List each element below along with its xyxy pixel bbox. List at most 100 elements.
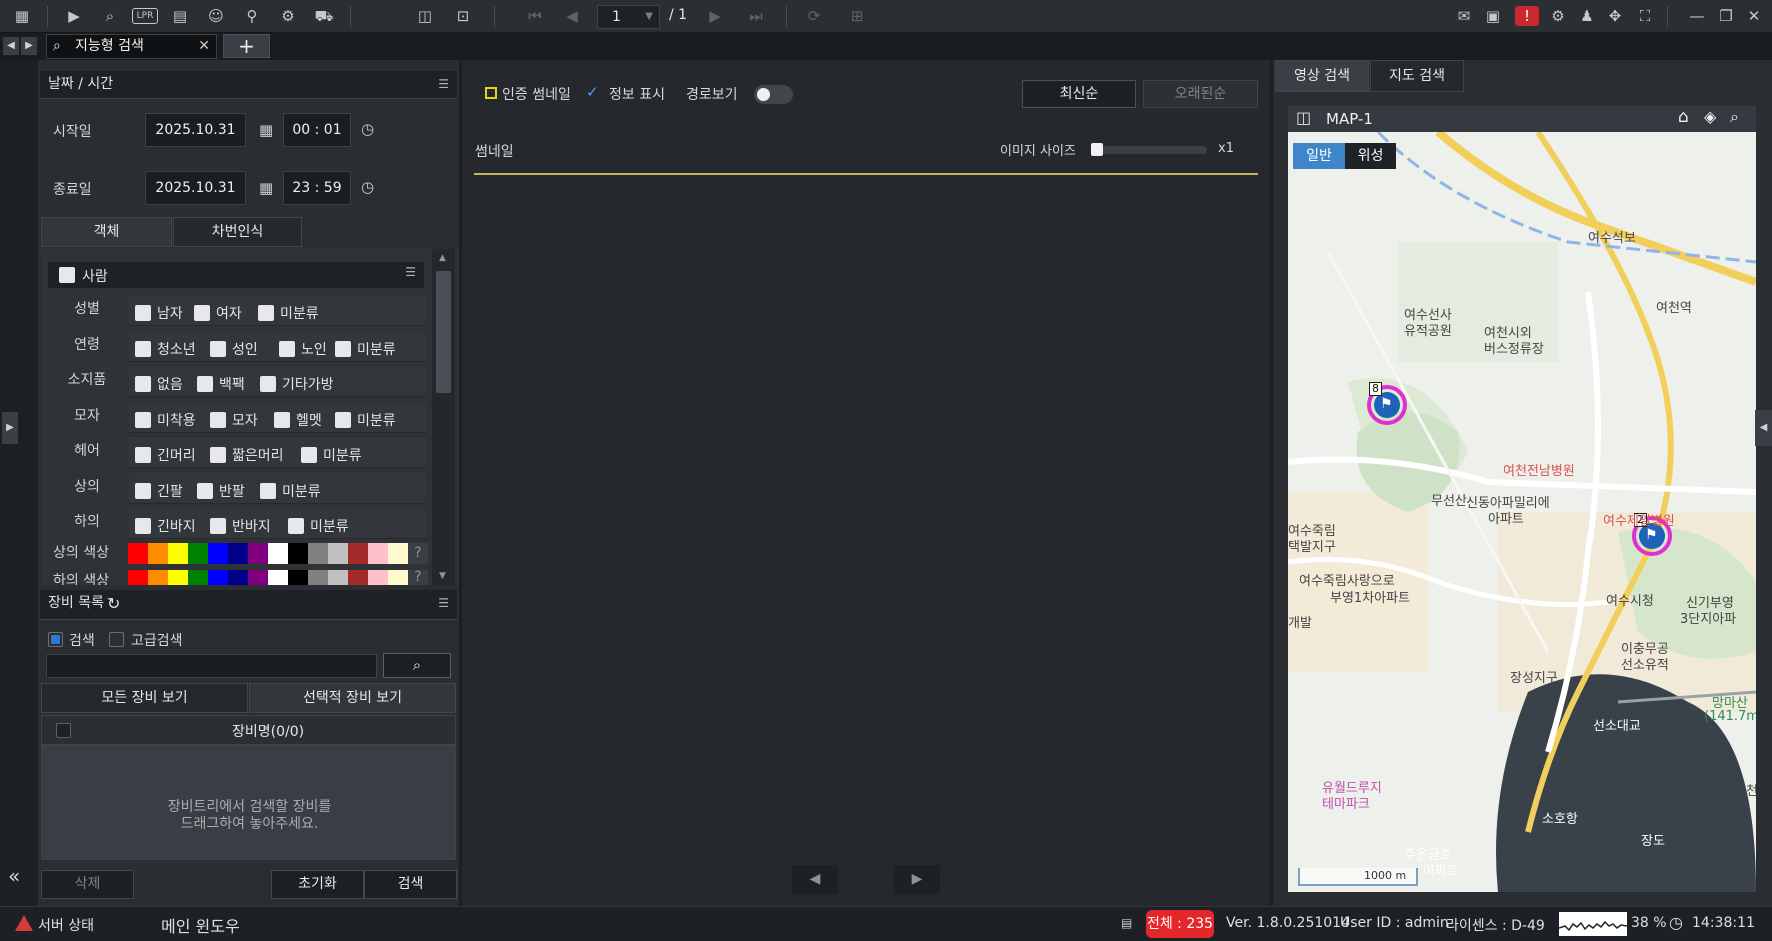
prev-page-button[interactable]: ◀ — [792, 865, 838, 894]
color-swatch[interactable] — [128, 543, 148, 564]
device-search-button[interactable]: ⌕ — [383, 653, 451, 678]
option-checkbox[interactable] — [279, 340, 295, 357]
color-swatch[interactable] — [148, 543, 168, 564]
color-swatch[interactable] — [148, 570, 168, 585]
color-swatch[interactable] — [228, 543, 248, 564]
chat-icon[interactable]: ✉ — [1452, 6, 1476, 26]
option-checkbox[interactable] — [274, 411, 290, 428]
collapse-menu-icon[interactable]: ☰ — [438, 590, 449, 617]
person-search-icon[interactable]: ☺ — [204, 6, 228, 26]
refresh-icon[interactable]: ↻ — [107, 590, 120, 617]
attribute-option[interactable]: 미분류 — [335, 339, 396, 359]
option-checkbox[interactable] — [301, 447, 317, 463]
scroll-thumb[interactable] — [436, 271, 451, 393]
person-header[interactable]: 사람 ☰ — [48, 262, 424, 288]
close-icon[interactable]: ✕ — [1742, 6, 1766, 26]
color-swatch[interactable] — [368, 543, 388, 564]
home-icon[interactable]: ⌂ — [1678, 107, 1689, 127]
collapse-panel-icon[interactable]: « — [8, 864, 20, 888]
user-icon[interactable]: ♟ — [1575, 6, 1599, 26]
color-swatch[interactable] — [348, 543, 368, 564]
color-swatch[interactable] — [288, 570, 308, 585]
color-swatch[interactable] — [248, 543, 268, 564]
color-swatch[interactable] — [328, 543, 348, 564]
cert-thumb-checkbox[interactable] — [485, 87, 497, 99]
next-page-icon[interactable]: ▶ — [703, 6, 727, 26]
tab-all-devices[interactable]: 모든 장비 보기 — [41, 683, 248, 713]
option-checkbox[interactable] — [135, 482, 151, 499]
attribute-option[interactable]: 긴머리 — [135, 445, 196, 465]
close-tab-icon[interactable]: ✕ — [198, 35, 210, 58]
vehicle-search-icon[interactable]: ⛟ — [312, 6, 336, 26]
restore-icon[interactable]: ❐ — [1714, 6, 1738, 26]
option-checkbox[interactable] — [135, 411, 151, 428]
color-swatch[interactable] — [208, 570, 228, 585]
color-unknown-icon[interactable]: ? — [408, 570, 428, 585]
collapse-menu-icon[interactable]: ☰ — [405, 265, 416, 279]
option-checkbox[interactable] — [194, 305, 210, 321]
calendar-icon[interactable]: ▦ — [259, 179, 273, 197]
attribute-option[interactable]: 청소년 — [135, 339, 196, 359]
color-swatch[interactable] — [308, 570, 328, 585]
face-search-icon[interactable]: ⚙ — [276, 6, 300, 26]
info-display-check-icon[interactable]: ✓ — [586, 83, 599, 101]
live-view-icon[interactable]: ▶ — [62, 6, 86, 26]
tab-plate-recognition[interactable]: 차번인식 — [173, 217, 302, 247]
radio-search[interactable] — [48, 632, 63, 647]
search-button[interactable]: 검색 — [364, 870, 457, 899]
calendar-icon[interactable]: ▤ — [168, 6, 192, 26]
attribute-option[interactable]: 미분류 — [301, 445, 362, 465]
option-checkbox[interactable] — [260, 482, 276, 499]
start-time-field[interactable]: 00 : 01 — [283, 113, 351, 147]
camera-marker-icon[interactable]: ⚑ — [1380, 396, 1393, 412]
radio-advanced[interactable] — [109, 632, 124, 647]
chevron-down-icon[interactable]: ▼ — [645, 6, 653, 28]
color-swatch[interactable] — [168, 570, 188, 585]
attribute-option[interactable]: 기타가방 — [260, 374, 334, 394]
option-checkbox[interactable] — [260, 376, 276, 392]
color-swatch[interactable] — [208, 543, 228, 564]
tab-scroll-right-icon[interactable]: ▶ — [21, 37, 37, 55]
option-checkbox[interactable] — [288, 518, 304, 534]
attribute-option[interactable]: 미착용 — [135, 410, 196, 430]
next-page-button[interactable]: ▶ — [894, 865, 940, 894]
option-checkbox[interactable] — [197, 482, 213, 499]
fullscreen-icon[interactable]: ⛶ — [1633, 6, 1657, 26]
attribute-option[interactable]: 여자 — [194, 303, 242, 323]
option-checkbox[interactable] — [210, 518, 226, 534]
attribute-option[interactable]: 노인 — [279, 339, 327, 359]
gear-icon[interactable]: ⚙ — [1546, 6, 1570, 26]
attribute-option[interactable]: 미분류 — [288, 516, 349, 536]
end-date-field[interactable]: 2025.10.31 — [145, 171, 246, 205]
layout-icon[interactable]: ◫ — [413, 6, 437, 26]
attribute-option[interactable]: 미분류 — [258, 303, 319, 323]
add-tab-button[interactable]: + — [223, 34, 270, 58]
option-checkbox[interactable] — [135, 376, 151, 392]
first-page-icon[interactable]: ⏮ — [523, 6, 547, 26]
snapshot-icon[interactable]: ⊞ — [845, 6, 869, 26]
color-swatch[interactable] — [128, 570, 148, 585]
alarm-icon[interactable]: ! — [1515, 6, 1539, 26]
color-swatch[interactable] — [188, 570, 208, 585]
option-checkbox[interactable] — [135, 518, 151, 534]
tab-map-search[interactable]: 지도 검색 — [1370, 60, 1464, 92]
attribute-option[interactable]: 미분류 — [335, 410, 396, 430]
color-swatch[interactable] — [388, 570, 408, 585]
clock-icon[interactable]: ◷ — [361, 178, 374, 196]
start-date-field[interactable]: 2025.10.31 — [145, 113, 246, 147]
option-checkbox[interactable] — [135, 447, 151, 463]
color-swatch[interactable] — [368, 570, 388, 585]
color-swatch[interactable] — [268, 570, 288, 585]
reset-button[interactable]: 초기화 — [271, 870, 364, 899]
expand-left-icon[interactable]: ▶ — [2, 412, 18, 444]
color-swatch[interactable] — [308, 543, 328, 564]
event-icon[interactable]: ▤ — [1121, 916, 1132, 930]
map-satellite-button[interactable]: 위성 — [1345, 143, 1396, 169]
tab-object[interactable]: 객체 — [41, 217, 172, 247]
minimize-icon[interactable]: — — [1685, 6, 1709, 26]
color-unknown-icon[interactable]: ? — [408, 543, 428, 564]
attribute-option[interactable]: 긴팔 — [135, 481, 183, 501]
color-swatch[interactable] — [328, 570, 348, 585]
attribute-option[interactable]: 짧은머리 — [210, 445, 284, 465]
tab-selected-devices[interactable]: 선택적 장비 보기 — [249, 683, 456, 713]
